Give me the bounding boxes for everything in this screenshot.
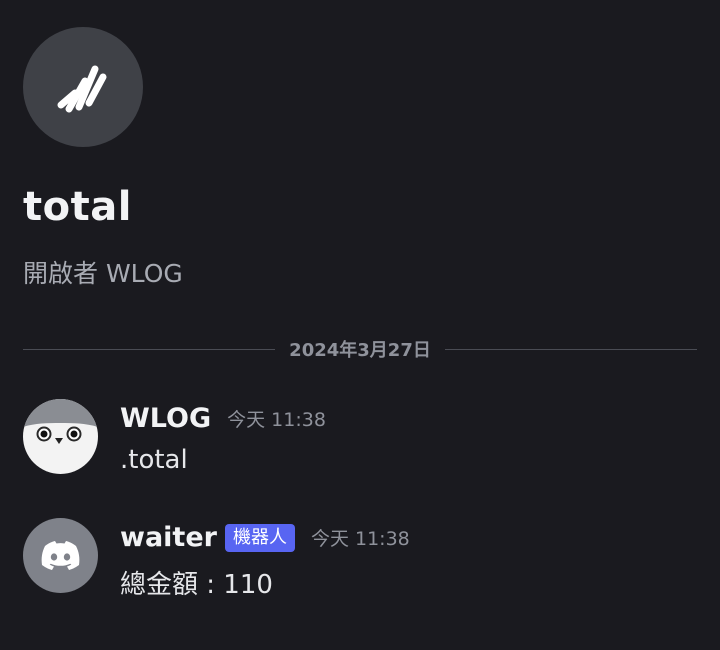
message-header: waiter 機器人 今天 11:38	[120, 522, 410, 553]
message-header: WLOG 今天 11:38	[120, 403, 326, 434]
timestamp[interactable]: 今天 11:38	[311, 524, 410, 551]
discord-logo-icon	[23, 518, 98, 593]
bird-avatar-icon	[23, 399, 98, 474]
timestamp[interactable]: 今天 11:38	[227, 405, 326, 432]
divider-date: 2024年3月27日	[289, 340, 431, 361]
username[interactable]: WLOG	[120, 403, 211, 434]
message-content: 總金額 : 110	[120, 570, 273, 600]
channel-opened-by: 開啟者 WLOG	[23, 259, 183, 288]
divider-line-left	[23, 348, 276, 350]
thread-channel-icon	[23, 27, 143, 147]
channel-title: total	[23, 184, 132, 230]
bot-avatar[interactable]	[23, 518, 98, 593]
date-divider: 2024年3月27日	[23, 336, 698, 362]
user-avatar[interactable]	[23, 399, 98, 474]
divider-line-right	[444, 348, 698, 350]
thread-icon	[57, 65, 107, 113]
username[interactable]: waiter	[120, 522, 217, 553]
bot-tag: 機器人	[224, 523, 295, 552]
message-content: .total	[120, 445, 188, 475]
